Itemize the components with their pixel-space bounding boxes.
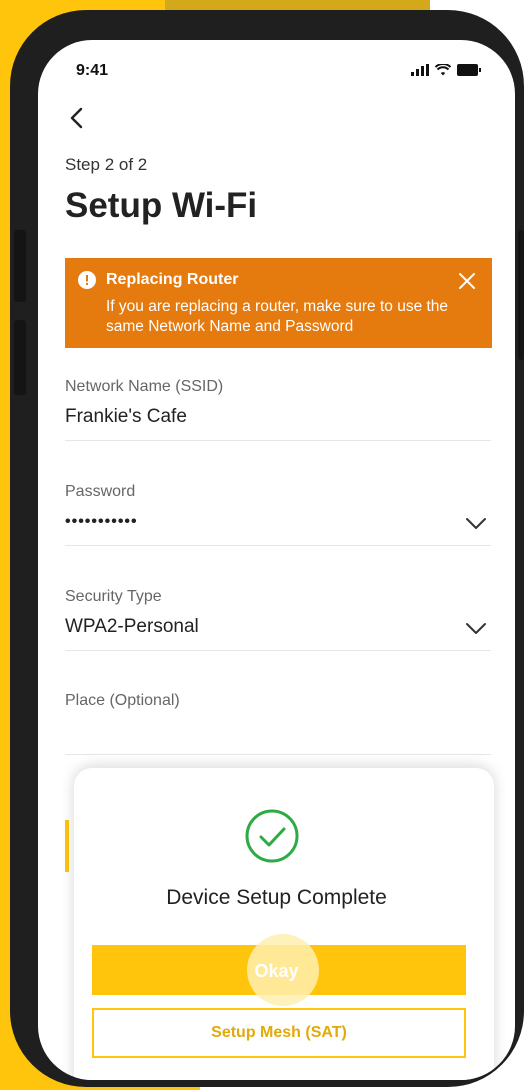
- status-time: 9:41: [76, 62, 109, 79]
- ssid-field[interactable]: Network Name (SSID) Frankie's Cafe: [65, 378, 491, 441]
- banner-text: If you are replacing a router, make sure…: [106, 298, 449, 335]
- ssid-input[interactable]: Frankie's Cafe: [65, 406, 187, 428]
- replacing-router-banner: Replacing Router If you are replacing a …: [65, 258, 492, 348]
- volume-up-button: [14, 230, 26, 302]
- close-icon[interactable]: [458, 272, 476, 290]
- ssid-label: Network Name (SSID): [65, 378, 224, 395]
- password-label: Password: [65, 483, 136, 500]
- okay-button[interactable]: [92, 945, 466, 995]
- place-field[interactable]: Place (Optional): [65, 692, 491, 755]
- back-arrow-icon[interactable]: [66, 106, 90, 130]
- signal-icon: [411, 64, 429, 76]
- step-indicator: Step 2 of 2: [65, 155, 148, 174]
- security-type-select[interactable]: WPA2-Personal: [65, 616, 199, 638]
- volume-down-button: [14, 320, 26, 395]
- setup-mesh-button[interactable]: Setup Mesh (SAT): [92, 1008, 466, 1058]
- phone-screen: 9:41 Step 2 of 2 Setup Wi-Fi Replacing R…: [38, 40, 515, 1080]
- battery-icon: [457, 64, 481, 76]
- security-type-field[interactable]: Security Type WPA2-Personal: [65, 588, 491, 651]
- password-input[interactable]: •••••••••••: [65, 513, 138, 531]
- underlying-button-edge: [65, 820, 69, 872]
- wifi-icon: [435, 64, 451, 76]
- power-button: [518, 230, 524, 360]
- chevron-down-icon[interactable]: [465, 517, 487, 531]
- page-title: Setup Wi-Fi: [65, 186, 258, 225]
- checkmark-circle-icon: [245, 809, 299, 863]
- chevron-down-icon[interactable]: [465, 622, 487, 636]
- password-field[interactable]: Password •••••••••••: [65, 483, 491, 546]
- phone-frame: 9:41 Step 2 of 2 Setup Wi-Fi Replacing R…: [10, 10, 524, 1087]
- setup-complete-message: Device Setup Complete: [166, 886, 387, 909]
- status-icons: [411, 64, 481, 76]
- security-type-label: Security Type: [65, 588, 162, 605]
- place-label: Place (Optional): [65, 692, 180, 709]
- banner-title: Replacing Router: [106, 271, 239, 288]
- info-icon: [78, 271, 96, 289]
